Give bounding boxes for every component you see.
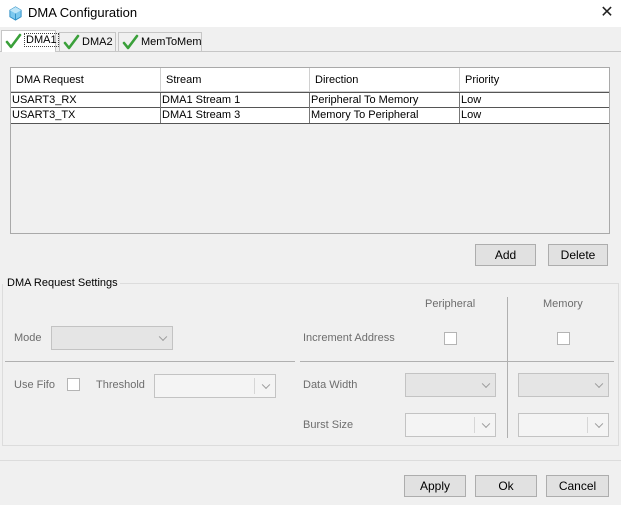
- cell-priority: Low: [461, 94, 482, 106]
- column-header-direction[interactable]: Direction: [310, 68, 460, 92]
- mode-label: Mode: [14, 332, 42, 344]
- tab-dma2[interactable]: DMA2: [59, 32, 116, 52]
- tab-dma1[interactable]: DMA1: [1, 30, 59, 52]
- peripheral-column-header: Peripheral: [425, 298, 476, 310]
- column-header-stream[interactable]: Stream: [161, 68, 310, 92]
- checkmark-icon: [63, 34, 80, 50]
- dropdown-separator: [254, 378, 255, 394]
- cell-stream: DMA1 Stream 3: [161, 108, 310, 123]
- tab-memtomem-label: MemToMem: [141, 36, 202, 48]
- dropdown-separator: [587, 417, 588, 433]
- increment-address-label: Increment Address: [303, 332, 395, 344]
- column-header-dma-request[interactable]: DMA Request: [11, 68, 161, 92]
- table-header: DMA Request Stream Direction Priority: [11, 68, 609, 92]
- tab-memtomem[interactable]: MemToMem: [118, 32, 202, 52]
- burst-size-label: Burst Size: [303, 419, 354, 431]
- peripheral-data-width-select[interactable]: [405, 373, 496, 397]
- memory-increment-checkbox[interactable]: [557, 332, 570, 345]
- table-row[interactable]: USART3_RX DMA1 Stream 1 Peripheral To Me…: [11, 92, 609, 108]
- tab-dma1-label: DMA1: [24, 33, 59, 47]
- use-fifo-checkbox[interactable]: [67, 378, 80, 391]
- threshold-select[interactable]: [154, 374, 276, 398]
- checkmark-icon: [5, 33, 22, 49]
- peripheral-increment-checkbox[interactable]: [444, 332, 457, 345]
- close-button[interactable]: ✕: [596, 3, 618, 23]
- memory-data-width-select[interactable]: [518, 373, 609, 397]
- cancel-button[interactable]: Cancel: [546, 475, 609, 497]
- chevron-down-icon: [481, 419, 491, 429]
- group-title: DMA Request Settings: [7, 277, 118, 289]
- memory-column-header: Memory: [543, 298, 583, 310]
- cube-app-icon: [9, 6, 22, 21]
- window-title: DMA Configuration: [28, 5, 138, 20]
- delete-button[interactable]: Delete: [548, 244, 608, 266]
- column-divider: [507, 297, 508, 438]
- tab-panel-border: [0, 51, 621, 52]
- dma-request-table[interactable]: DMA Request Stream Direction Priority US…: [10, 67, 610, 234]
- dropdown-separator: [474, 417, 475, 433]
- apply-button[interactable]: Apply: [404, 475, 466, 497]
- cell-direction: Peripheral To Memory: [310, 93, 460, 108]
- column-header-priority[interactable]: Priority: [460, 68, 609, 92]
- row-divider-left: [5, 361, 295, 362]
- cell-dma-request: USART3_RX: [11, 93, 161, 108]
- cell-priority: Low: [461, 109, 482, 121]
- table-row[interactable]: USART3_TX DMA1 Stream 3 Memory To Periph…: [11, 108, 609, 124]
- chevron-down-icon: [158, 332, 168, 342]
- peripheral-burst-size-select[interactable]: [405, 413, 496, 437]
- use-fifo-label: Use Fifo: [14, 379, 55, 391]
- cell-direction: Memory To Peripheral: [310, 108, 460, 123]
- data-width-label: Data Width: [303, 379, 358, 391]
- cell-dma-request: USART3_TX: [11, 108, 161, 123]
- chevron-down-icon: [594, 419, 604, 429]
- row-divider-right: [300, 361, 614, 362]
- ok-button[interactable]: Ok: [475, 475, 537, 497]
- chevron-down-icon: [261, 380, 271, 390]
- checkmark-icon: [122, 34, 139, 50]
- title-bar: DMA Configuration ✕: [0, 0, 621, 27]
- mode-select[interactable]: [51, 326, 173, 350]
- chevron-down-icon: [481, 379, 491, 389]
- add-button[interactable]: Add: [475, 244, 536, 266]
- cell-stream: DMA1 Stream 1: [161, 93, 310, 108]
- tab-dma2-label: DMA2: [82, 36, 113, 48]
- footer-divider: [0, 460, 621, 461]
- chevron-down-icon: [594, 379, 604, 389]
- tab-strip: DMA1 DMA2 MemToMem: [0, 30, 621, 52]
- close-icon: ✕: [600, 4, 614, 21]
- group-border-top: [120, 283, 619, 284]
- memory-burst-size-select[interactable]: [518, 413, 609, 437]
- threshold-label: Threshold: [96, 379, 145, 391]
